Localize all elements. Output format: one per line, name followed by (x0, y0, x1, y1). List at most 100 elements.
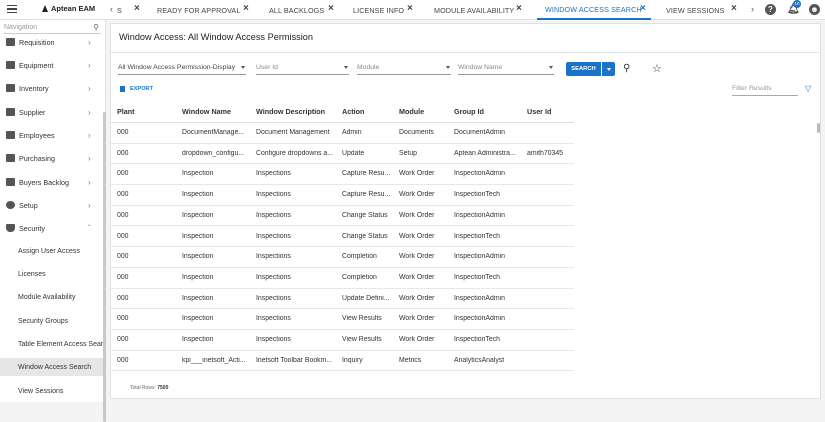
help-icon[interactable]: ? (765, 4, 776, 15)
column-header-window-name[interactable]: Window Name (182, 107, 231, 116)
tab-window-access-search-close-icon[interactable]: × (640, 3, 646, 14)
app-logo: Aptean EAM (42, 4, 95, 13)
sidebar-item-label: Setup (19, 200, 38, 210)
column-header-action[interactable]: Action (342, 107, 364, 116)
sidebar-item-buyers-backlog[interactable]: Buyers Backlog › (0, 174, 106, 190)
tab-scroll-right-icon[interactable]: › (751, 4, 754, 14)
sidebar-subitem-assign-user-access[interactable]: Assign User Access (0, 242, 103, 260)
truck-icon (6, 61, 15, 69)
tab-license-info[interactable]: LICENSE INFO (353, 0, 404, 20)
total-rows-value: 7500 (157, 385, 169, 391)
sidebar-subitem-licenses[interactable]: Licenses (0, 265, 103, 283)
table-row[interactable]: 000 Inspection Inspections View Results Work… (111, 309, 574, 330)
sidebar-item-supplier[interactable]: Supplier › (0, 104, 106, 120)
user-id-placeholder: User Id (256, 64, 278, 71)
table-header: Plant Window Name Window Description Act… (111, 101, 574, 123)
table-row[interactable]: 000 kpi___inetsoft_Acti... Inetsoft Toolba… (111, 351, 574, 372)
table-row[interactable]: 000 Inspection Inspections Capture Resu... W… (111, 164, 574, 186)
sidebar-subitem-module-availability[interactable]: Module Availability (0, 288, 103, 306)
search-options-dropdown[interactable] (602, 62, 615, 76)
user-id-select[interactable]: User Id (256, 63, 349, 75)
tab-label: WINDOW ACCESS SEARCH (545, 4, 642, 14)
column-header-window-description[interactable]: Window Description (256, 107, 325, 116)
search-button[interactable]: SEARCH (566, 62, 601, 76)
cart-icon (6, 38, 15, 46)
filter-icon[interactable]: ▽ (805, 84, 811, 93)
sidebar-item-label: Security (19, 223, 45, 233)
module-select[interactable]: Module (357, 63, 451, 75)
sidebar-item-employees[interactable]: Employees › (0, 127, 106, 143)
table-scrollbar[interactable] (817, 123, 820, 133)
shield-icon (6, 224, 15, 232)
tab-all-backlogs[interactable]: ALL BACKLOGS (269, 0, 324, 20)
cell-group-id: InspectionTech (454, 191, 500, 199)
cell-group-id: AnalyticsAnalyst (454, 356, 505, 364)
sidebar-item-inventory[interactable]: Inventory › (0, 80, 106, 96)
column-header-plant[interactable]: Plant (117, 107, 135, 116)
column-header-group-id[interactable]: Group Id (454, 107, 484, 116)
column-header-user-id[interactable]: User Id (527, 107, 551, 116)
table-row[interactable]: 000 Inspection Inspections View Results Work… (111, 330, 574, 351)
cell-action: Completion (342, 273, 377, 281)
module-placeholder: Module (357, 64, 380, 71)
view-select[interactable]: All Window Access Permission-Display (118, 63, 246, 75)
sidebar-item-setup[interactable]: Setup › (0, 197, 106, 213)
filter-results-placeholder: Filter Results (732, 85, 772, 92)
filter-results-input[interactable]: Filter Results (732, 84, 798, 96)
cell-window-name: Inspection (182, 315, 214, 323)
cell-module: Work Order (399, 294, 435, 302)
cell-group-id: InspectionAdmin (454, 294, 505, 302)
cell-action: Admin (342, 129, 362, 136)
cell-window-description: Inspections (256, 191, 291, 199)
cell-window-name: Inspection (182, 232, 214, 240)
tab-scroll-left-icon[interactable]: ‹ (110, 4, 113, 14)
menu-icon[interactable] (7, 5, 17, 13)
table-row[interactable]: 000 Inspection Inspections Change Status Wor… (111, 206, 574, 227)
cell-window-description: Inspections (256, 211, 291, 219)
user-avatar-icon[interactable]: ☻ (809, 4, 820, 15)
cell-module: Work Order (399, 211, 435, 219)
table-row[interactable]: 000 dropdown_configu... Configure dropdown… (111, 144, 574, 165)
sidebar: Navigation ⚲ Requisition › Equipment › I… (0, 20, 106, 422)
column-header-module[interactable]: Module (399, 107, 424, 116)
cell-group-id: Aptean Administra... (454, 149, 516, 157)
tab-view-sessions[interactable]: VIEW SESSIONS (666, 0, 724, 20)
tab-module-availability[interactable]: MODULE AVAILABILITY (434, 0, 514, 20)
table-row[interactable]: 000 Inspection Inspections Update Defini...… (111, 289, 574, 310)
chevron-right-icon: › (88, 83, 91, 93)
sidebar-item-purchasing[interactable]: Purchasing › (0, 150, 106, 166)
tab-ready-for-approval[interactable]: READY FOR APPROVAL (157, 0, 240, 20)
table-row[interactable]: 000 Inspection Inspections Change Status Wor… (111, 227, 574, 248)
cell-action: Completion (342, 253, 377, 261)
table-row[interactable]: 000 Inspection Inspections Completion Work O… (111, 247, 574, 268)
star-icon[interactable]: ☆ (652, 62, 662, 75)
tab-s[interactable]: S (117, 0, 122, 20)
export-button[interactable]: EXPORT (120, 86, 153, 92)
tab-window-access-search[interactable]: WINDOW ACCESS SEARCH × (537, 0, 651, 20)
table-row[interactable]: 000 DocumentManage... Document Management A… (111, 123, 574, 144)
sidebar-item-requisition[interactable]: Requisition › (0, 34, 106, 50)
sidebar-item-equipment[interactable]: Equipment › (0, 57, 106, 73)
sidebar-subitem-security-groups[interactable]: Security Groups (0, 312, 103, 330)
sidebar-item-security[interactable]: Security ˆ (0, 220, 106, 236)
cell-window-description: Inspections (256, 273, 291, 281)
chevron-right-icon: › (88, 200, 91, 210)
navigation-search-input[interactable]: Navigation ⚲ (4, 22, 101, 34)
pin-icon[interactable]: ⚲ (623, 63, 630, 74)
cell-module: Work Order (399, 336, 435, 343)
window-name-select[interactable]: Window Name (458, 63, 554, 75)
sidebar-subitem-view-sessions[interactable]: View Sessions (0, 382, 103, 400)
cell-plant: 000 (117, 149, 129, 157)
table-row[interactable]: 000 Inspection Inspections Capture Resu... W… (111, 185, 574, 206)
cell-plant: 000 (117, 336, 129, 343)
table-row[interactable]: 000 Inspection Inspections Completion Work O… (111, 268, 574, 289)
cell-action: Capture Resu... (342, 191, 391, 199)
cell-user-id: amith70345 (527, 149, 564, 157)
cell-window-name: Inspection (182, 191, 214, 199)
cell-window-name: Inspection (182, 336, 214, 343)
export-label: EXPORT (130, 86, 154, 92)
sidebar-subitem-table-element-access-search[interactable]: Table Element Access Search (0, 335, 103, 353)
sidebar-subitem-window-access-search[interactable]: Window Access Search (0, 358, 103, 376)
sidebar-scrollbar[interactable] (103, 112, 106, 422)
cell-module: Work Order (399, 253, 435, 261)
